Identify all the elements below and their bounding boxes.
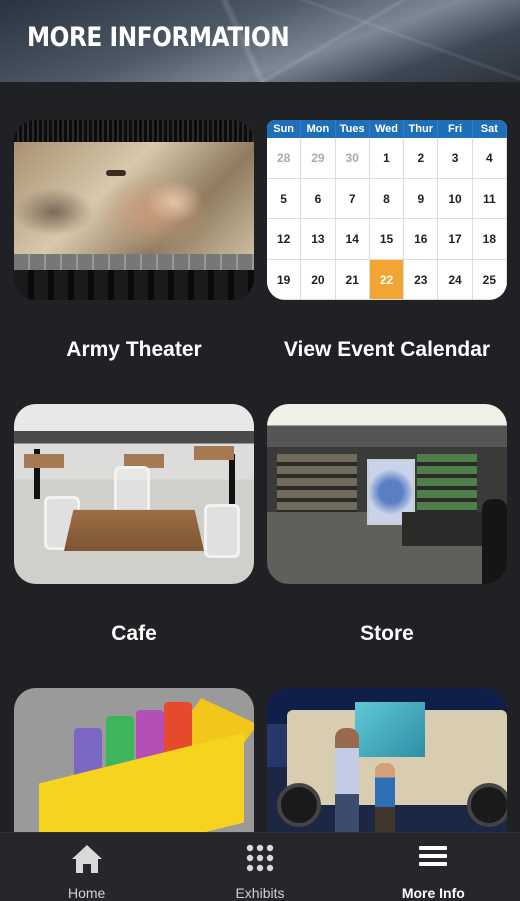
calendar-date: 12	[267, 219, 302, 260]
calendar-date: 15	[369, 219, 405, 260]
calendar-date: 16	[404, 219, 439, 260]
kids-activity-image[interactable]	[267, 688, 507, 832]
card-cafe[interactable]: Cafe	[14, 404, 254, 645]
calendar-image[interactable]: Sun Mon Tues Wed Thur Fri Sat 28 29 30 1 2 3 4 5 6 7 8 9 1…	[267, 120, 507, 300]
calendar-date: 19	[267, 259, 302, 300]
calendar-date: 7	[335, 178, 370, 219]
calendar-weekday: Wed	[370, 120, 405, 138]
calendar-date-grid: 28 29 30 1 2 3 4 5 6 7 8 9 10 11 12 13 14 15 16 17 18 19 20 21 2…	[267, 138, 507, 300]
page-header: MORE INFORMATION	[0, 0, 520, 82]
calendar-date: 14	[335, 219, 370, 260]
calendar-weekday: Thur	[404, 120, 439, 138]
nav-exhibits[interactable]: Exhibits	[173, 833, 346, 901]
calendar-date: 28	[267, 138, 302, 179]
calendar-date: 24	[438, 259, 473, 300]
card-label-army-theater[interactable]: Army Theater	[0, 338, 274, 362]
calendar-date: 13	[301, 219, 336, 260]
menu-icon	[419, 843, 448, 874]
calendar-date: 5	[267, 178, 302, 219]
calendar-weekday-header: Sun Mon Tues Wed Thur Fri Sat	[267, 120, 507, 138]
bottom-navigation: Home Exhibits More Info	[0, 832, 520, 901]
nav-more-info[interactable]: More Info	[347, 833, 520, 901]
calendar-date: 8	[369, 178, 405, 219]
home-icon	[70, 843, 104, 880]
calendar-date: 4	[472, 138, 507, 179]
calendar-weekday: Sun	[267, 120, 302, 138]
card-label-event-calendar[interactable]: View Event Calendar	[247, 338, 520, 362]
calendar-date: 30	[335, 138, 370, 179]
army-theater-image[interactable]	[14, 120, 254, 300]
calendar-date: 6	[301, 178, 336, 219]
calendar-weekday: Sat	[473, 120, 507, 138]
calendar-date: 9	[404, 178, 439, 219]
card-event-calendar[interactable]: Sun Mon Tues Wed Thur Fri Sat 28 29 30 1 2 3 4 5 6 7 8 9 1…	[267, 120, 507, 361]
calendar-date: 23	[404, 259, 439, 300]
crayons-image[interactable]	[14, 688, 254, 832]
calendar-date: 3	[438, 138, 473, 179]
calendar-date: 21	[335, 259, 370, 300]
calendar-date: 22	[369, 259, 405, 300]
card-label-store[interactable]: Store	[247, 622, 520, 646]
card-kids-activity[interactable]	[267, 688, 507, 832]
calendar-date: 2	[404, 138, 439, 179]
calendar-date: 18	[472, 219, 507, 260]
nav-home[interactable]: Home	[0, 833, 173, 901]
nav-exhibits-label: Exhibits	[235, 885, 285, 901]
calendar-date: 17	[438, 219, 473, 260]
nav-more-info-label: More Info	[401, 885, 465, 901]
page-title: MORE INFORMATION	[27, 22, 290, 53]
calendar-date: 29	[301, 138, 336, 179]
calendar-date: 20	[301, 259, 336, 300]
grid-icon	[245, 843, 275, 878]
cafe-image[interactable]	[14, 404, 254, 584]
calendar-date: 1	[369, 138, 405, 179]
card-label-cafe[interactable]: Cafe	[0, 622, 274, 646]
card-store[interactable]: Store	[267, 404, 507, 645]
card-army-theater[interactable]: Army Theater	[14, 120, 254, 361]
calendar-date: 25	[472, 259, 507, 300]
calendar-weekday: Mon	[301, 120, 336, 138]
card-crayons[interactable]	[14, 688, 254, 832]
calendar-weekday: Tues	[336, 120, 370, 138]
calendar-weekday: Fri	[438, 120, 473, 138]
calendar-date: 10	[438, 178, 473, 219]
nav-home-label: Home	[67, 885, 106, 901]
store-image[interactable]	[267, 404, 507, 584]
calendar-date: 11	[472, 178, 507, 219]
